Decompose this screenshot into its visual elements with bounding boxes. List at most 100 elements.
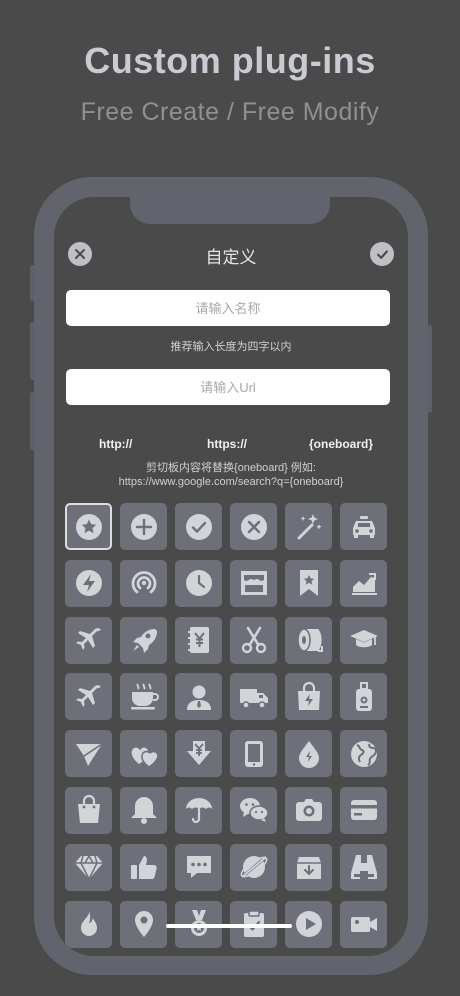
icon-tile-rocket[interactable]: [120, 616, 167, 664]
camera-icon: [295, 799, 322, 822]
icon-tile-airplane[interactable]: [65, 616, 112, 664]
icon-tile-play[interactable]: [285, 900, 332, 948]
icon-tile-diamond[interactable]: [65, 843, 112, 891]
icon-tile-fire[interactable]: [65, 900, 112, 948]
bookmark-icon: [299, 570, 318, 597]
icon-tile-store[interactable]: [230, 559, 277, 607]
icon-tile-download-box[interactable]: [285, 843, 332, 891]
lightning-icon: [75, 570, 102, 597]
thumbs-up-icon: [130, 856, 157, 880]
icon-tile-tablet[interactable]: [230, 730, 277, 778]
shortcut-https[interactable]: https://: [207, 437, 247, 451]
icon-tile-close[interactable]: [230, 503, 277, 550]
taxi-icon: [352, 515, 375, 538]
icon-tile-person[interactable]: [175, 673, 222, 721]
icon-tile-airplane[interactable]: [65, 673, 112, 721]
no-planet-icon: [239, 855, 268, 880]
umbrella-icon: [185, 798, 212, 824]
download-box-icon: [296, 857, 321, 880]
airdrop-icon: [131, 571, 156, 594]
icon-tile-shopping-bag[interactable]: [65, 786, 112, 834]
person-icon: [186, 685, 211, 710]
icon-tile-bookmark[interactable]: [285, 559, 332, 607]
shortcut-http[interactable]: http://: [99, 437, 132, 451]
icon-tile-no-planet[interactable]: [230, 843, 277, 891]
shortcut-oneboard[interactable]: {oneboard}: [309, 437, 373, 451]
icon-tile-hearts[interactable]: [120, 730, 167, 778]
icon-tile-umbrella[interactable]: [175, 786, 222, 834]
rocket-icon: [132, 629, 157, 654]
icon-tile-clock[interactable]: [175, 559, 222, 607]
icon-tile-trending-chart[interactable]: [340, 559, 387, 607]
icon-tile-credit-card[interactable]: [340, 786, 387, 834]
icon-tile-magic-wand[interactable]: [285, 503, 332, 550]
icon-tile-luggage-tag[interactable]: [340, 673, 387, 721]
icon-tile-globe[interactable]: [340, 730, 387, 778]
store-icon: [240, 571, 267, 596]
water-drop-icon: [298, 740, 319, 768]
location-pin-icon: [134, 911, 153, 938]
airplane-icon: [75, 684, 101, 707]
icon-tile-thumbs-up[interactable]: [120, 843, 167, 891]
icon-tile-truck[interactable]: [230, 673, 277, 721]
checkmark-icon: [185, 513, 212, 540]
icon-tile-video-camera[interactable]: [340, 900, 387, 948]
confirm-button[interactable]: [370, 242, 394, 266]
scissors-icon: [241, 626, 266, 654]
trending-chart-icon: [351, 573, 377, 596]
icon-grid: [65, 503, 395, 948]
wechat-icon: [239, 798, 269, 823]
page-title: 自定义: [205, 248, 257, 267]
graduation-cap-icon: [349, 630, 378, 648]
icon-tile-location-pin[interactable]: [120, 900, 167, 948]
icon-tile-star[interactable]: [65, 503, 112, 550]
hero-title: Custom plug-ins: [84, 40, 376, 81]
icon-tile-coffee-cup[interactable]: [120, 673, 167, 721]
icon-tile-yen-download[interactable]: [175, 730, 222, 778]
icon-tile-water-drop[interactable]: [285, 730, 332, 778]
chat-bubble-icon: [186, 856, 211, 879]
icon-tile-bell[interactable]: [120, 786, 167, 834]
tablet-icon: [244, 740, 263, 767]
shopping-bag-icon: [77, 795, 100, 824]
icon-tile-binoculars[interactable]: [340, 843, 387, 891]
icon-tile-wechat[interactable]: [230, 786, 277, 834]
credit-card-icon: [350, 800, 377, 821]
truck-icon: [239, 688, 268, 709]
toilet-paper-icon: [296, 628, 323, 653]
luggage-tag-icon: [355, 681, 372, 711]
icon-tile-camera[interactable]: [285, 786, 332, 834]
paper-plane-icon: [75, 743, 102, 766]
phone-frame: 自定义 推荐输入长度为四字以内 http:// https:// {oneboa…: [34, 177, 428, 975]
globe-icon: [350, 740, 377, 767]
icon-tile-paper-plane[interactable]: [65, 730, 112, 778]
home-indicator: [166, 924, 292, 928]
name-hint: 推荐输入长度为四字以内: [170, 341, 292, 353]
icon-tile-checkmark[interactable]: [175, 503, 222, 550]
clock-icon: [185, 570, 212, 597]
name-input[interactable]: [66, 290, 390, 326]
icon-tile-graduation-cap[interactable]: [340, 616, 387, 664]
hero-subtitle: Free Create / Free Modify: [80, 98, 380, 126]
star-icon: [75, 513, 102, 540]
icon-tile-power-bag[interactable]: [285, 673, 332, 721]
icon-tile-chat-bubble[interactable]: [175, 843, 222, 891]
icon-tile-airdrop[interactable]: [120, 559, 167, 607]
phone-screen: 自定义 推荐输入长度为四字以内 http:// https:// {oneboa…: [54, 197, 408, 956]
binoculars-icon: [350, 855, 377, 880]
icon-tile-taxi[interactable]: [340, 503, 387, 550]
icon-tile-yen-notebook[interactable]: [175, 616, 222, 664]
icon-tile-plus[interactable]: [120, 503, 167, 550]
bell-icon: [130, 797, 157, 825]
clipboard-note-line2: https://www.google.com/search?q={oneboar…: [118, 476, 344, 488]
url-input[interactable]: [66, 369, 390, 405]
fire-icon: [80, 911, 97, 937]
video-camera-icon: [350, 917, 377, 933]
icon-tile-scissors[interactable]: [230, 616, 277, 664]
diamond-icon: [74, 854, 103, 881]
coffee-cup-icon: [130, 683, 159, 710]
icon-tile-toilet-paper[interactable]: [285, 616, 332, 664]
icon-tile-lightning[interactable]: [65, 559, 112, 607]
magic-wand-icon: [297, 513, 322, 539]
yen-download-icon: [186, 740, 211, 765]
